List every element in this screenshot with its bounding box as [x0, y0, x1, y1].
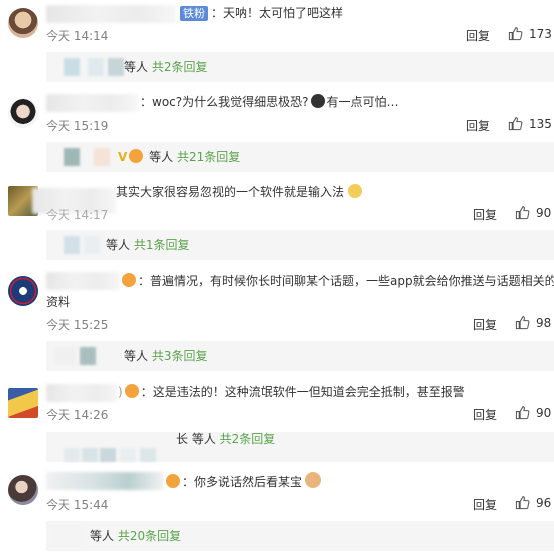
like-button[interactable]: 96 [515, 495, 551, 510]
redacted-avatar [94, 148, 110, 166]
sub-replies-summary: 等人 共1条回复 [106, 238, 190, 252]
like-count: 96 [536, 495, 552, 510]
comment-text: ) ：这是违法的！这种流氓软件一但知道会完全抵制，甚至报警 [118, 384, 465, 399]
username-redacted [46, 272, 120, 290]
comment-text-continued: 资料 [46, 295, 71, 309]
redacted-avatar [108, 58, 124, 76]
redacted-avatar [120, 448, 136, 462]
view-replies-link[interactable]: 共3条回复 [152, 349, 208, 363]
redacted-avatar [64, 448, 80, 462]
redacted-avatar [100, 448, 116, 462]
comment-text: 铁粉 ：天呐！太可怕了吧这样 [180, 4, 343, 22]
thumbs-up-icon [515, 316, 530, 330]
redacted-avatar [52, 527, 82, 545]
redacted-avatar [82, 448, 98, 462]
comment-time: 今天 15:19 [46, 119, 109, 133]
emoji-icon [124, 384, 139, 398]
like-count: 173 [529, 26, 552, 41]
like-button[interactable]: 90 [515, 205, 551, 220]
view-replies-link[interactable]: 共21条回复 [177, 150, 240, 164]
avatar[interactable] [8, 8, 38, 38]
comment-time: 今天 14:17 [46, 208, 109, 222]
emoji-icon [129, 149, 144, 163]
redacted-avatar [140, 448, 156, 462]
sub-replies-bar: V 等人 共21条回复 [46, 142, 554, 172]
comment-text: ：woc?为什么我觉得细思极恐? 有一点可怕… [140, 94, 399, 109]
vip-icon: V [118, 150, 128, 164]
like-button[interactable]: 135 [508, 116, 552, 131]
thumbs-up-icon [515, 406, 530, 420]
comment-time: 今天 15:44 [46, 498, 109, 512]
avatar[interactable] [8, 475, 38, 505]
redacted-avatar [54, 347, 76, 365]
like-button[interactable]: 90 [515, 405, 551, 420]
thumbs-up-icon [515, 496, 530, 510]
thumbs-up-icon [515, 206, 530, 220]
redacted-avatar [64, 236, 80, 254]
sub-replies-summary: V 等人 共21条回复 [118, 149, 241, 164]
view-replies-link[interactable]: 共1条回复 [134, 238, 190, 252]
comment-text: ：你多说话然后看某宝 [166, 472, 322, 491]
sub-replies-bar: 等人 共1条回复 [46, 230, 554, 260]
avatar[interactable] [8, 98, 38, 128]
avatar[interactable] [8, 388, 38, 418]
sub-replies-bar: 长 等人 共2条回复 [46, 432, 554, 462]
sub-replies-bar: 等人 共20条回复 [46, 521, 554, 551]
sub-replies-bar: 等人 共2条回复 [46, 52, 554, 82]
fan-badge: 铁粉 [180, 6, 208, 21]
like-count: 98 [536, 315, 552, 330]
reply-button[interactable]: 回复 [466, 117, 490, 134]
reply-button[interactable]: 回复 [473, 406, 497, 423]
redacted-avatar [64, 148, 80, 166]
reply-button[interactable]: 回复 [473, 316, 497, 333]
username-redacted [46, 384, 118, 402]
comment-text: ：普遍情况，有时候你长时间聊某个话题，一些app就会给你推送与话题相关的 [122, 272, 554, 290]
comment-time: 今天 14:14 [46, 29, 109, 43]
like-button[interactable]: 98 [515, 315, 551, 330]
reply-button[interactable]: 回复 [466, 27, 490, 44]
redacted-avatar [64, 58, 80, 76]
thumbs-up-icon [508, 117, 523, 131]
comment-item: ) ：这是违法的！这种流氓软件一但知道会完全抵制，甚至报警 今天 14:26 回复… [0, 380, 554, 466]
sub-replies-summary: 等人 共2条回复 [124, 60, 208, 74]
view-replies-link[interactable]: 共2条回复 [220, 432, 276, 446]
comment-item: ：woc?为什么我觉得细思极恐? 有一点可怕… 今天 15:19 回复 135 V… [0, 90, 554, 175]
comment-text: 其实大家很容易忽视的一个软件就是输入法 [116, 183, 363, 201]
eyes-emoji-icon [310, 94, 325, 108]
thumbs-up-icon [508, 27, 523, 41]
like-count: 90 [536, 205, 552, 220]
username-redacted [46, 472, 164, 490]
like-count: 135 [529, 116, 552, 131]
emoji-icon [122, 273, 136, 287]
reply-button[interactable]: 回复 [473, 206, 497, 223]
username-redacted [46, 5, 176, 23]
emoji-icon [166, 474, 180, 488]
comment-time: 今天 15:25 [46, 318, 109, 332]
username-redacted [46, 94, 138, 112]
like-count: 90 [536, 405, 552, 420]
comment-time: 今天 14:26 [46, 408, 109, 422]
comment-item: ：普遍情况，有时候你长时间聊某个话题，一些app就会给你推送与话题相关的 资料 … [0, 268, 554, 373]
redacted-avatar [80, 347, 96, 365]
comment-item: 其实大家很容易忽视的一个软件就是输入法 今天 14:17 回复 90 等人 共1… [0, 180, 554, 265]
view-replies-link[interactable]: 共2条回复 [152, 60, 208, 74]
avatar[interactable] [8, 276, 38, 306]
cat-emoji-icon [305, 472, 322, 488]
sub-replies-summary: 等人 共20条回复 [90, 529, 182, 543]
sub-replies-bar: 等人 共3条回复 [46, 341, 554, 371]
comment-item: ：你多说话然后看某宝 今天 15:44 回复 96 等人 共20条回复 [0, 466, 554, 560]
sub-replies-summary: 长 等人 共2条回复 [176, 432, 276, 446]
view-replies-link[interactable]: 共20条回复 [118, 529, 181, 543]
like-button[interactable]: 173 [508, 26, 552, 41]
redacted-avatar [88, 58, 104, 76]
comment-item: 铁粉 ：天呐！太可怕了吧这样 今天 14:14 回复 173 等人 共2条回复 [0, 0, 554, 86]
redacted-avatar [84, 236, 100, 254]
reply-button[interactable]: 回复 [473, 496, 497, 513]
sub-replies-summary: 等人 共3条回复 [124, 349, 208, 363]
emoji-icon [348, 184, 363, 198]
